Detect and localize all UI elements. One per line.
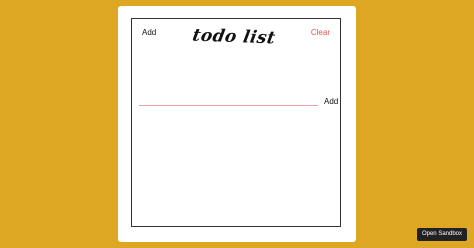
page-title: todo list bbox=[190, 25, 278, 49]
add-todo-button[interactable]: Add bbox=[324, 97, 338, 106]
open-sandbox-button[interactable]: Open Sandbox bbox=[416, 228, 467, 241]
add-button[interactable]: Add bbox=[142, 28, 156, 37]
todo-frame: Add todo list Clear Add bbox=[131, 18, 341, 227]
clear-button[interactable]: Clear bbox=[311, 28, 330, 37]
todo-input[interactable] bbox=[139, 93, 318, 106]
todo-card: Add todo list Clear Add bbox=[118, 6, 356, 242]
